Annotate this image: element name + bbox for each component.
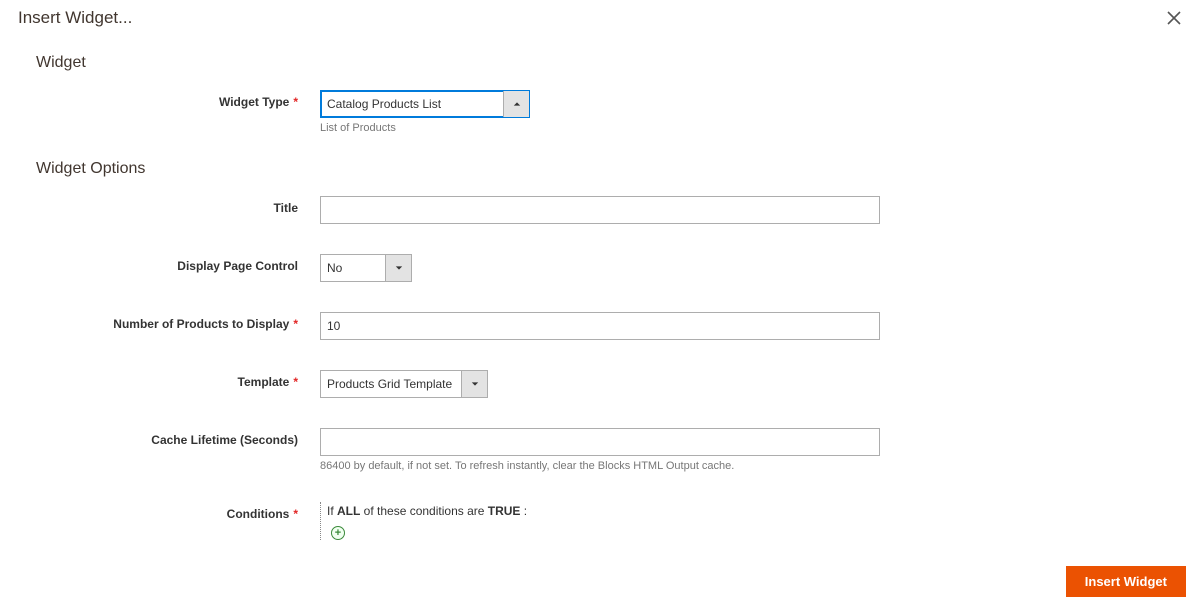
conditions-aggregator[interactable]: ALL	[337, 504, 360, 518]
conditions-suffix: :	[520, 504, 527, 518]
conditions-rule[interactable]: If ALL of these conditions are TRUE :	[327, 502, 880, 520]
section-options-title: Widget Options	[36, 160, 1186, 178]
conditions-prefix: If	[327, 504, 337, 518]
num-products-label: Number of Products to Display	[113, 317, 289, 331]
required-star: *	[293, 317, 298, 331]
title-input[interactable]	[320, 196, 880, 224]
display-page-control-label: Display Page Control	[177, 259, 298, 273]
template-value: Products Grid Template	[327, 377, 452, 391]
display-page-control-select[interactable]: No	[320, 254, 412, 282]
required-star: *	[293, 95, 298, 109]
insert-widget-button[interactable]: Insert Widget	[1066, 566, 1186, 597]
widget-type-value: Catalog Products List	[327, 97, 441, 111]
conditions-box: If ALL of these conditions are TRUE : +	[320, 502, 880, 540]
template-label: Template	[238, 375, 290, 389]
cache-lifetime-input[interactable]	[320, 428, 880, 456]
modal-title: Insert Widget...	[18, 8, 132, 28]
num-products-input[interactable]	[320, 312, 880, 340]
chevron-up-icon	[503, 91, 529, 117]
required-star: *	[293, 507, 298, 521]
widget-type-hint: List of Products	[320, 122, 880, 134]
cache-lifetime-label: Cache Lifetime (Seconds)	[151, 433, 298, 447]
add-condition-icon[interactable]: +	[331, 526, 345, 540]
close-icon[interactable]	[1162, 8, 1186, 32]
conditions-value[interactable]: TRUE	[488, 504, 521, 518]
required-star: *	[293, 375, 298, 389]
cache-lifetime-hint: 86400 by default, if not set. To refresh…	[320, 460, 880, 472]
chevron-down-icon	[385, 255, 411, 281]
conditions-middle: of these conditions are	[360, 504, 487, 518]
display-page-control-value: No	[327, 261, 342, 275]
section-widget-title: Widget	[36, 54, 1186, 72]
chevron-down-icon	[461, 371, 487, 397]
template-select[interactable]: Products Grid Template	[320, 370, 488, 398]
widget-type-select[interactable]: Catalog Products List	[320, 90, 530, 118]
widget-type-label: Widget Type	[219, 95, 289, 109]
title-label: Title	[274, 201, 298, 215]
conditions-label: Conditions	[227, 507, 290, 521]
